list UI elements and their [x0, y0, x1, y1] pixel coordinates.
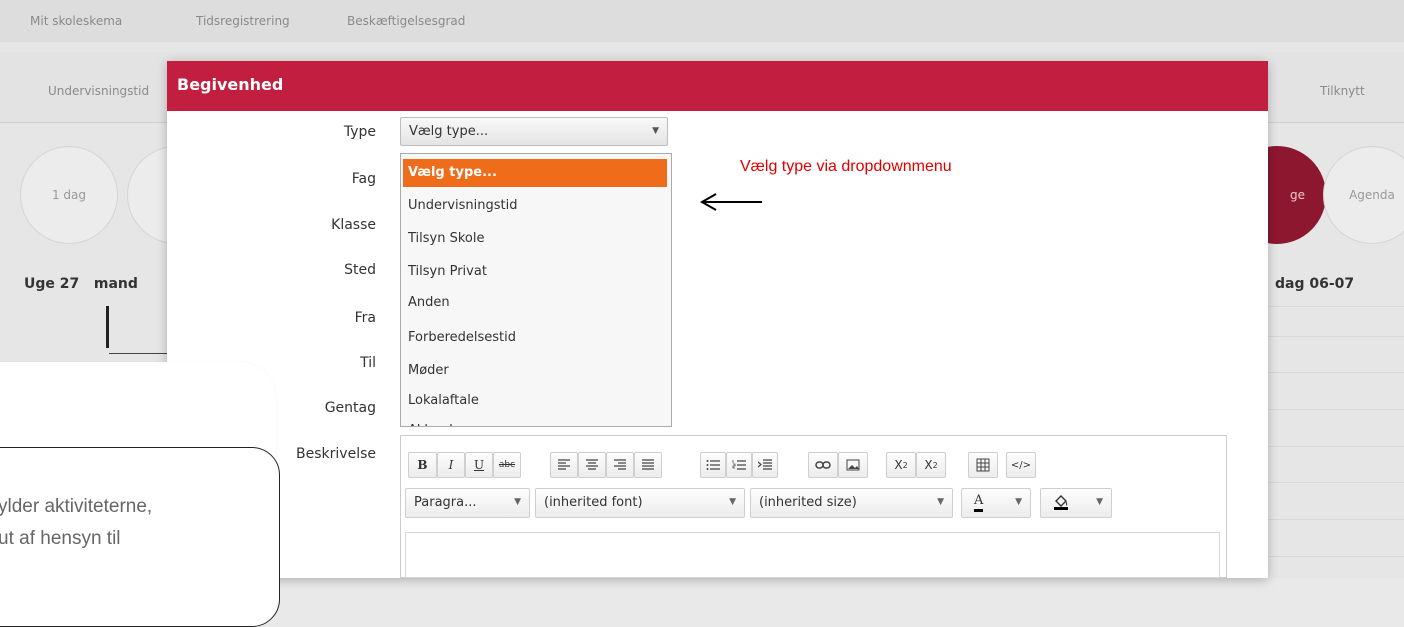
bullet-list-icon[interactable]: [700, 452, 726, 478]
arrow-left-icon: [699, 193, 762, 211]
grid-line: [1266, 482, 1404, 483]
chevron-down-icon: ▼: [1015, 497, 1022, 507]
paint-bucket-icon: [1053, 493, 1069, 515]
bg-color-select[interactable]: ▼: [1040, 488, 1112, 518]
subscript-icon[interactable]: X2: [886, 452, 916, 478]
annotation-text: Vælg type via dropdownmenu: [740, 158, 952, 175]
type-option-tilsyn-privat[interactable]: Tilsyn Privat: [403, 258, 667, 286]
align-center-icon[interactable]: [578, 452, 606, 478]
grid-line: [1266, 519, 1404, 520]
grid-line: [1266, 336, 1404, 337]
italic-button[interactable]: I: [437, 452, 465, 478]
til-label: Til: [360, 355, 376, 371]
circle-label: 1 dag: [51, 188, 87, 202]
align-left-icon[interactable]: [550, 452, 578, 478]
type-option-anden[interactable]: Anden: [403, 289, 667, 317]
gentag-label: Gentag: [324, 400, 376, 416]
fag-label: Fag: [351, 171, 376, 187]
tab-mit-skoleskema[interactable]: Mit skoleskema: [30, 14, 122, 28]
type-select[interactable]: Vælg type... ▼: [400, 117, 668, 146]
editor-content-area[interactable]: [405, 532, 1220, 578]
circle-label: Agenda: [1349, 188, 1395, 202]
grid-line: [1266, 372, 1404, 373]
chevron-down-icon: ▼: [1096, 497, 1103, 507]
align-right-icon[interactable]: [606, 452, 634, 478]
grid-line: [1266, 446, 1404, 447]
font-select[interactable]: (inherited font) ▼: [535, 488, 745, 518]
text-color-select[interactable]: A ▼: [961, 488, 1031, 518]
tab-beskaeftigelsesgrad[interactable]: Beskæftigelsesgrad: [347, 14, 465, 28]
week-label: Uge 27 mand: [24, 276, 138, 292]
grid-line: [1266, 409, 1404, 410]
type-option-undervisningstid[interactable]: Undervisningstid: [403, 192, 667, 220]
beskrivelse-label: Beskrivelse: [296, 446, 376, 462]
callout-line-2: ut af hensyn til: [0, 528, 121, 549]
type-option-tilsyn-skole[interactable]: Tilsyn Skole: [403, 225, 667, 253]
link-icon[interactable]: [808, 452, 838, 478]
grid-line: [1266, 306, 1404, 307]
superscript-icon[interactable]: X2: [916, 452, 946, 478]
type-dropdown-list[interactable]: Vælg type... Undervisningstid Tilsyn Sko…: [400, 153, 672, 427]
grid-line: [109, 353, 167, 354]
code-icon[interactable]: </>: [1006, 452, 1036, 478]
paragraph-select-value: Paragra...: [414, 495, 477, 510]
chevron-down-icon: ▼: [729, 497, 736, 507]
nav-tilknyt[interactable]: Tilknytt: [1320, 84, 1365, 98]
sted-label: Sted: [344, 262, 376, 278]
klasse-label: Klasse: [331, 217, 376, 233]
week-right-label: dag 06-07: [1275, 276, 1355, 292]
image-icon[interactable]: [838, 452, 868, 478]
modal-title: Begivenhed: [177, 75, 284, 94]
size-select-value: (inherited size): [759, 495, 857, 510]
strikethrough-button[interactable]: abc: [493, 452, 521, 478]
type-option-akkordopgaver[interactable]: Akkordopgaver: [403, 417, 667, 426]
table-icon[interactable]: [968, 452, 998, 478]
bold-button[interactable]: B: [408, 452, 437, 478]
chevron-down-icon: ▼: [514, 497, 521, 507]
type-option-lokalaftale[interactable]: Lokalaftale: [403, 387, 667, 415]
size-select[interactable]: (inherited size) ▼: [750, 488, 953, 518]
modal-header: Begivenhed: [167, 61, 1268, 111]
numbered-list-icon[interactable]: [726, 452, 752, 478]
callout-line-1: ylder aktiviteterne,: [0, 496, 153, 517]
indent-icon[interactable]: [752, 452, 778, 478]
type-select-value: Vælg type...: [409, 124, 489, 139]
type-option-vaelg-type[interactable]: Vælg type...: [403, 159, 667, 187]
align-justify-icon[interactable]: [634, 452, 662, 478]
underline-button[interactable]: U: [465, 452, 493, 478]
circle-label: ge: [1290, 188, 1305, 202]
paragraph-select[interactable]: Paragra... ▼: [405, 488, 530, 518]
nav-undervisningstid[interactable]: Undervisningstid: [48, 84, 149, 98]
font-select-value: (inherited font): [544, 495, 643, 510]
chevron-down-icon: ▼: [937, 497, 944, 507]
chevron-down-icon: ▼: [652, 126, 659, 136]
type-option-moeder[interactable]: Møder: [403, 357, 667, 385]
calendar-cursor: [106, 306, 109, 348]
fra-label: Fra: [354, 310, 376, 326]
type-option-forberedelsestid[interactable]: Forberedelsestid: [403, 324, 667, 352]
circle-1-dag[interactable]: 1 dag: [20, 146, 118, 244]
tab-tidsregistrering[interactable]: Tidsregistrering: [196, 14, 290, 28]
type-label: Type: [343, 124, 376, 140]
grid-line: [1266, 556, 1404, 557]
text-color-icon: A: [974, 492, 984, 512]
